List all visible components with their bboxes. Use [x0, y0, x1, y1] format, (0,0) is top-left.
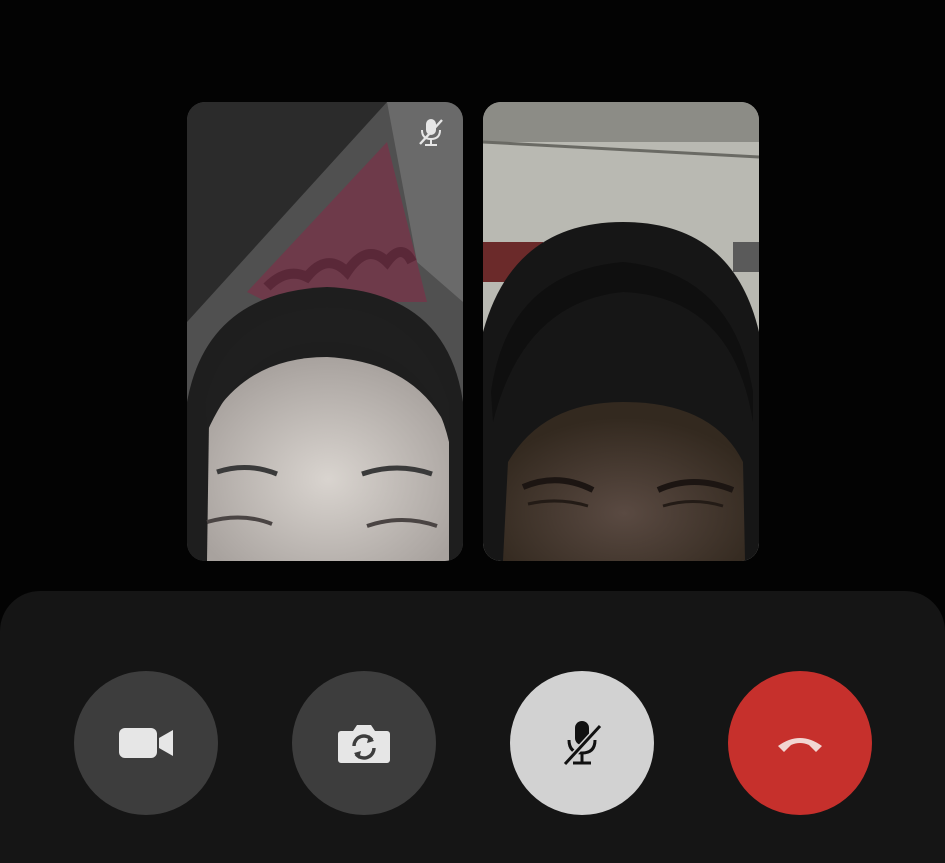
participant-muted-icon: [413, 114, 449, 150]
phone-hangup-icon: [775, 732, 825, 754]
participant-video-tile-self[interactable]: [483, 102, 759, 561]
mute-microphone-button[interactable]: [510, 671, 654, 815]
microphone-off-icon: [560, 718, 604, 768]
self-video-feed: [483, 102, 759, 561]
participant-video-feed: [187, 102, 463, 561]
flip-camera-button[interactable]: [292, 671, 436, 815]
video-camera-icon: [117, 724, 175, 762]
toggle-camera-button[interactable]: [74, 671, 218, 815]
participant-video-tile-remote[interactable]: [187, 102, 463, 561]
end-call-button[interactable]: [728, 671, 872, 815]
video-call-screen: [0, 0, 945, 863]
flip-camera-icon: [337, 721, 391, 765]
